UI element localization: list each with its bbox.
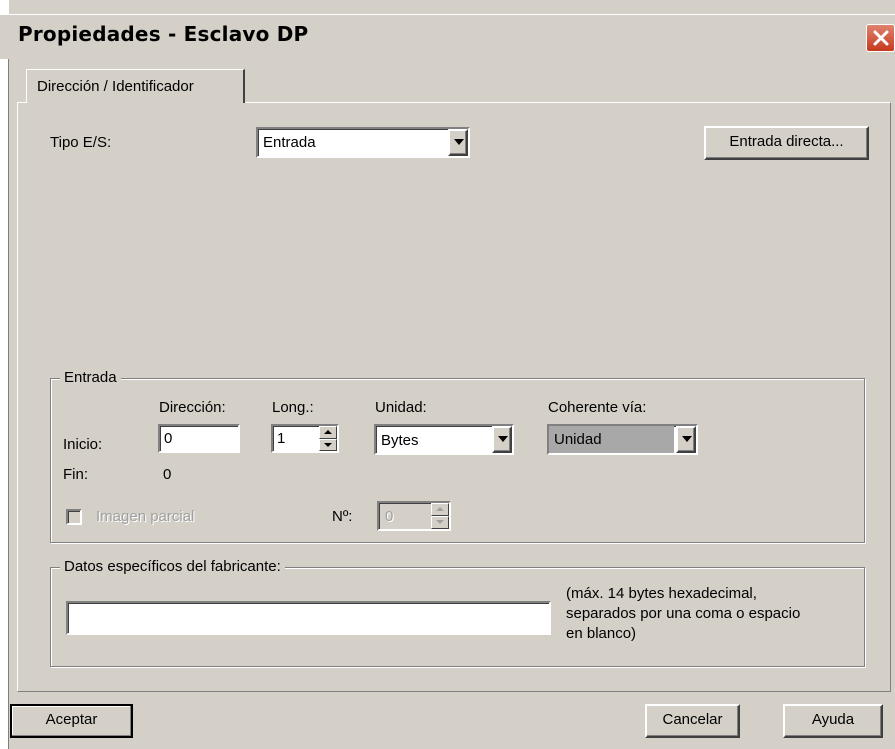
spin-up-button[interactable]: [431, 503, 449, 516]
coherent-dropdown-button[interactable]: [676, 426, 696, 453]
arrow-up-icon: [436, 507, 444, 511]
spin-down-button[interactable]: [319, 438, 337, 451]
length-header: Long.:: [272, 399, 314, 416]
vendor-hint-line: en blanco): [566, 625, 637, 642]
unit-select[interactable]: Bytes: [374, 424, 514, 455]
io-type-select[interactable]: Entrada: [256, 127, 470, 158]
number-label: Nº:: [332, 508, 353, 525]
close-icon: [873, 30, 889, 46]
spin-up-button[interactable]: [319, 426, 337, 439]
spin-down-button[interactable]: [431, 516, 449, 529]
start-label: Inicio:: [63, 436, 103, 453]
vendor-hint: (máx. 14 bytes hexadecimal, separados po…: [566, 584, 800, 644]
number-spinner[interactable]: [431, 503, 449, 529]
tab-label: Dirección / Identificador: [37, 78, 194, 95]
coherent-header: Coherente vía:: [548, 399, 647, 416]
unit-value: Bytes: [381, 432, 419, 449]
chevron-down-icon: [454, 139, 464, 145]
help-button[interactable]: Ayuda: [783, 704, 883, 738]
close-button[interactable]: [866, 24, 895, 52]
window-left-border: [8, 58, 9, 749]
end-value: 0: [163, 466, 172, 483]
length-spinner[interactable]: [319, 426, 337, 451]
io-type-value: Entrada: [263, 134, 316, 151]
io-type-label: Tipo E/S:: [50, 134, 112, 151]
length-stepper[interactable]: 1: [271, 424, 339, 453]
vendor-hint-line: (máx. 14 bytes hexadecimal,: [566, 585, 757, 602]
unit-header: Unidad:: [375, 399, 427, 416]
coherent-select[interactable]: Unidad: [547, 424, 698, 455]
address-header: Dirección:: [159, 399, 226, 416]
start-address-input[interactable]: 0: [158, 424, 240, 453]
number-stepper[interactable]: 0: [377, 501, 451, 531]
partial-image-label: Imagen parcial: [96, 508, 195, 525]
direct-input-button[interactable]: Entrada directa...: [704, 126, 869, 160]
chevron-down-icon: [682, 436, 692, 442]
window-title: Propiedades - Esclavo DP: [18, 22, 309, 46]
arrow-down-icon: [324, 442, 332, 447]
tab-address-identifier[interactable]: Dirección / Identificador: [26, 69, 245, 103]
vendor-group-legend: Datos específicos del fabricante:: [60, 558, 285, 575]
coherent-value: Unidad: [554, 431, 602, 448]
arrow-up-icon: [324, 430, 332, 434]
input-group-legend: Entrada: [60, 369, 121, 386]
arrow-down-icon: [436, 520, 444, 524]
number-value: 0: [385, 508, 394, 525]
chevron-down-icon: [498, 436, 508, 442]
vendor-hint-line: separados por una coma o espacio: [566, 605, 801, 622]
unit-dropdown-button[interactable]: [492, 426, 512, 453]
start-address-value: 0: [164, 430, 173, 447]
cancel-button[interactable]: Cancelar: [645, 704, 740, 738]
vendor-data-input[interactable]: [66, 601, 551, 635]
end-label: Fin:: [63, 466, 89, 483]
io-type-dropdown-button[interactable]: [448, 129, 468, 156]
ok-button[interactable]: Aceptar: [10, 704, 133, 738]
partial-image-checkbox[interactable]: [66, 509, 82, 525]
length-value: 1: [277, 430, 286, 447]
